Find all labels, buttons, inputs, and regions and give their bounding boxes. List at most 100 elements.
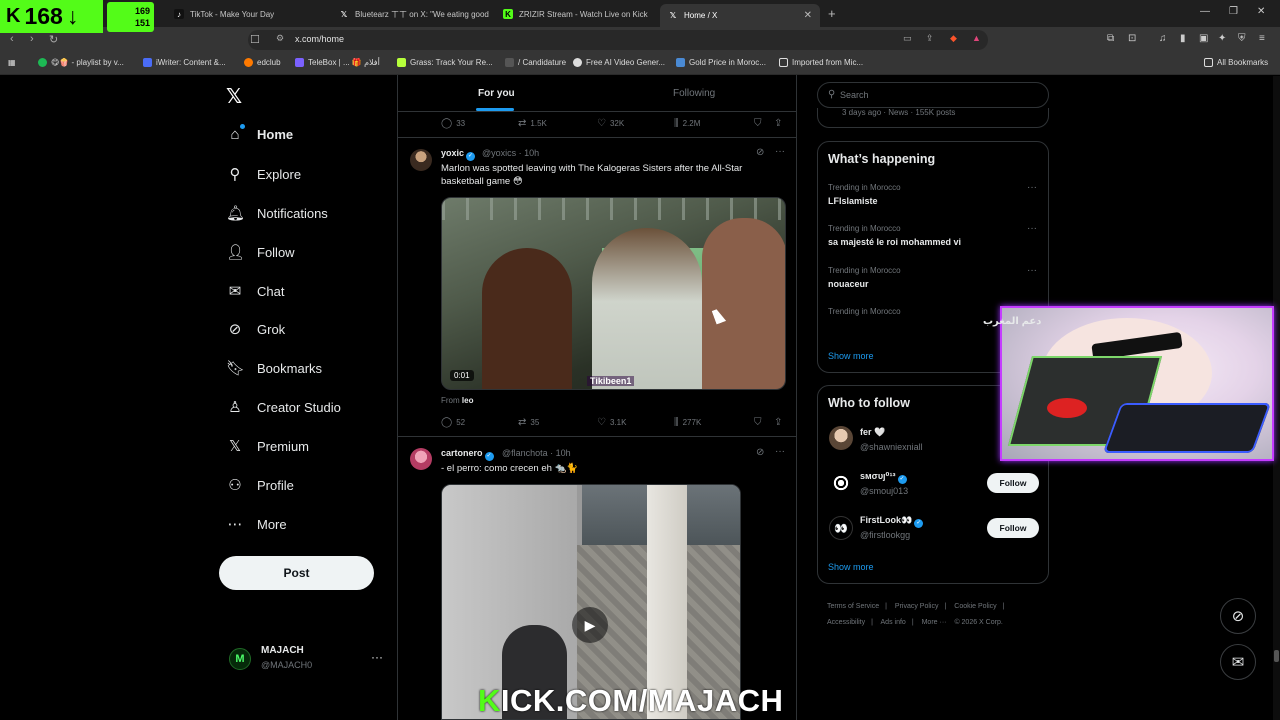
scrollbar[interactable] bbox=[1273, 76, 1280, 720]
sidebar-item-follow[interactable]: 👤︎ Follow bbox=[226, 243, 295, 261]
show-more-link[interactable]: Show more bbox=[828, 562, 874, 572]
user-name[interactable]: FirstLook👀 ✓ bbox=[860, 515, 924, 528]
apps-grid-icon[interactable]: ▦ bbox=[8, 58, 16, 67]
media-icon[interactable]: ♫ bbox=[1159, 33, 1167, 44]
reply-button[interactable]: ◯ 33 bbox=[441, 118, 465, 129]
footer-link[interactable]: Terms of Service bbox=[827, 603, 879, 610]
brave-shield-icon[interactable]: ◆ bbox=[950, 33, 957, 44]
more-icon[interactable]: ··· bbox=[1027, 265, 1037, 276]
account-more-icon[interactable]: ··· bbox=[371, 650, 383, 664]
x-logo-icon[interactable]: 𝕏 bbox=[226, 84, 242, 109]
user-handle[interactable]: @firstlookgg bbox=[860, 530, 910, 540]
sidebar-item-explore[interactable]: ⚲ Explore bbox=[226, 165, 302, 183]
avatar[interactable] bbox=[829, 471, 853, 495]
scrollbar-thumb[interactable] bbox=[1274, 650, 1279, 662]
avatar[interactable] bbox=[410, 149, 432, 171]
share-icon[interactable]: ⇪ bbox=[926, 33, 934, 44]
more-icon[interactable]: ··· bbox=[775, 446, 785, 457]
maximize-icon[interactable]: ❐ bbox=[1229, 6, 1238, 17]
bookmark-page-icon[interactable]: ☐ bbox=[250, 33, 260, 46]
account-handle[interactable]: @MAJACH0 bbox=[261, 660, 312, 670]
minimize-icon[interactable]: — bbox=[1200, 6, 1210, 17]
account-name[interactable]: MAJACH bbox=[261, 645, 304, 656]
tab-zrizir-stream[interactable]: K ZRIZIR Stream - Watch Live on Kick bbox=[503, 4, 653, 24]
bookmark-item[interactable]: Free AI Video Gener... bbox=[573, 58, 665, 67]
bookmark-item[interactable]: Gold Price in Moroc... bbox=[676, 58, 766, 67]
install-icon[interactable]: ▭ bbox=[903, 33, 912, 44]
show-more-link[interactable]: Show more bbox=[828, 351, 874, 361]
footer-link[interactable]: More ··· bbox=[922, 619, 947, 626]
tweet-handle[interactable]: @yoxics · 10h bbox=[482, 148, 539, 158]
share-button[interactable]: ⇪ bbox=[774, 417, 782, 428]
wallet-icon[interactable]: ▣ bbox=[1199, 33, 1208, 44]
bookmark-item[interactable]: TeleBox | ... 🎁 أفلام bbox=[295, 58, 380, 67]
bookmark-item[interactable]: Grass: Track Your Re... bbox=[397, 58, 493, 67]
footer-link[interactable]: Cookie Policy bbox=[954, 603, 996, 610]
vpn-icon[interactable]: ⛨ bbox=[1238, 33, 1246, 44]
bookmark-item[interactable]: edclub bbox=[244, 58, 281, 67]
avatar[interactable] bbox=[410, 448, 432, 470]
tab-home-x[interactable]: 𝕏 Home / X ✕ bbox=[660, 4, 820, 27]
user-name[interactable]: sмσυȷ⁰¹³ ✓ bbox=[860, 471, 907, 484]
sidebar-item-home[interactable]: ⌂ Home bbox=[226, 126, 293, 143]
trend-item[interactable]: sa majesté le roi mohammed vi bbox=[828, 237, 961, 247]
footer-link[interactable]: Ads info bbox=[881, 619, 906, 626]
video-source[interactable]: From leo bbox=[441, 396, 473, 405]
grok-icon[interactable]: ⊘ bbox=[756, 147, 764, 158]
trend-item[interactable]: nouaceur bbox=[828, 279, 869, 289]
follow-button[interactable]: Follow bbox=[987, 473, 1039, 493]
sidebar-item-profile[interactable]: ⚇ Profile bbox=[226, 476, 294, 494]
avatar[interactable]: M bbox=[229, 648, 251, 670]
sidebar-item-more[interactable]: ⋯ More bbox=[226, 515, 287, 533]
trend-item[interactable]: دعم المغرب bbox=[983, 316, 1041, 327]
sidebar-item-bookmarks[interactable]: 🔖︎ Bookmarks bbox=[226, 359, 322, 377]
tab-bluetearz[interactable]: 𝕏 Bluetearz ㄒㄒ on X: "We eating good bbox=[339, 4, 489, 24]
menu-icon[interactable]: ≡ bbox=[1259, 33, 1265, 44]
site-info-icon[interactable]: ⚙ bbox=[276, 33, 284, 44]
forward-icon[interactable]: › bbox=[30, 33, 34, 45]
grok-icon[interactable]: ⊘ bbox=[756, 447, 764, 458]
reply-button[interactable]: ◯ 52 bbox=[441, 417, 465, 428]
omnibox[interactable]: ⚙ x.com/home ▭ ⇪ ◆ ▲ bbox=[248, 30, 988, 50]
sidebar-icon[interactable]: ▮ bbox=[1180, 33, 1186, 44]
screenshot-icon[interactable]: ⊡ bbox=[1128, 33, 1136, 44]
tab-tiktok[interactable]: ♪ TikTok - Make Your Day bbox=[174, 4, 324, 24]
bookmark-item[interactable]: 😋🍿 - playlist by v... bbox=[38, 58, 124, 67]
share-button[interactable]: ⇪ bbox=[774, 118, 782, 129]
grok-fab-icon[interactable]: ⊘ bbox=[1220, 598, 1256, 634]
tweet-author[interactable]: cartonero ✓ bbox=[441, 448, 494, 461]
sidebar-item-grok[interactable]: ⊘ Grok bbox=[226, 320, 285, 338]
views-button[interactable]: ⫼ 2.2M bbox=[674, 118, 700, 129]
more-icon[interactable]: ··· bbox=[1027, 182, 1037, 193]
play-icon[interactable]: ▶ bbox=[572, 607, 608, 643]
footer-link[interactable]: Accessibility bbox=[827, 619, 865, 626]
user-name[interactable]: fer 🤍 bbox=[860, 427, 885, 438]
bookmark-button[interactable]: ⛉ bbox=[754, 118, 762, 129]
more-icon[interactable]: ··· bbox=[1027, 223, 1037, 234]
trend-item[interactable]: LFIslamiste bbox=[828, 196, 878, 206]
tweet-handle[interactable]: @flanchota · 10h bbox=[502, 448, 571, 458]
more-icon[interactable]: ··· bbox=[775, 146, 785, 157]
follow-button[interactable]: Follow bbox=[987, 518, 1039, 538]
leo-ai-icon[interactable]: ✦ bbox=[1218, 33, 1226, 44]
new-tab-icon[interactable]: + bbox=[828, 6, 836, 21]
search-input[interactable]: ⚲ Search bbox=[817, 82, 1049, 108]
sidebar-item-chat[interactable]: ✉ Chat bbox=[226, 282, 285, 300]
views-button[interactable]: ⫼ 277K bbox=[674, 417, 701, 428]
avatar[interactable] bbox=[829, 426, 853, 450]
footer-link[interactable]: Privacy Policy bbox=[895, 603, 939, 610]
all-bookmarks[interactable]: All Bookmarks bbox=[1204, 58, 1268, 67]
bookmark-item[interactable]: iWriter: Content &... bbox=[143, 58, 226, 67]
back-icon[interactable]: ‹ bbox=[10, 33, 14, 45]
tab-following[interactable]: Following bbox=[673, 88, 715, 99]
messages-fab-icon[interactable]: ✉ bbox=[1220, 644, 1256, 680]
tweet-author[interactable]: yoxic ✓ bbox=[441, 148, 476, 161]
close-window-icon[interactable]: ✕ bbox=[1257, 6, 1265, 17]
tab-for-you[interactable]: For you bbox=[478, 88, 515, 99]
post-button[interactable]: Post bbox=[219, 556, 374, 590]
avatar[interactable]: 👀 bbox=[829, 516, 853, 540]
bookmark-item[interactable]: Imported from Mic... bbox=[779, 58, 863, 67]
brave-rewards-icon[interactable]: ▲ bbox=[972, 33, 981, 43]
user-handle[interactable]: @shawniexniall bbox=[860, 442, 923, 452]
like-button[interactable]: ♡ 32K bbox=[597, 118, 624, 129]
